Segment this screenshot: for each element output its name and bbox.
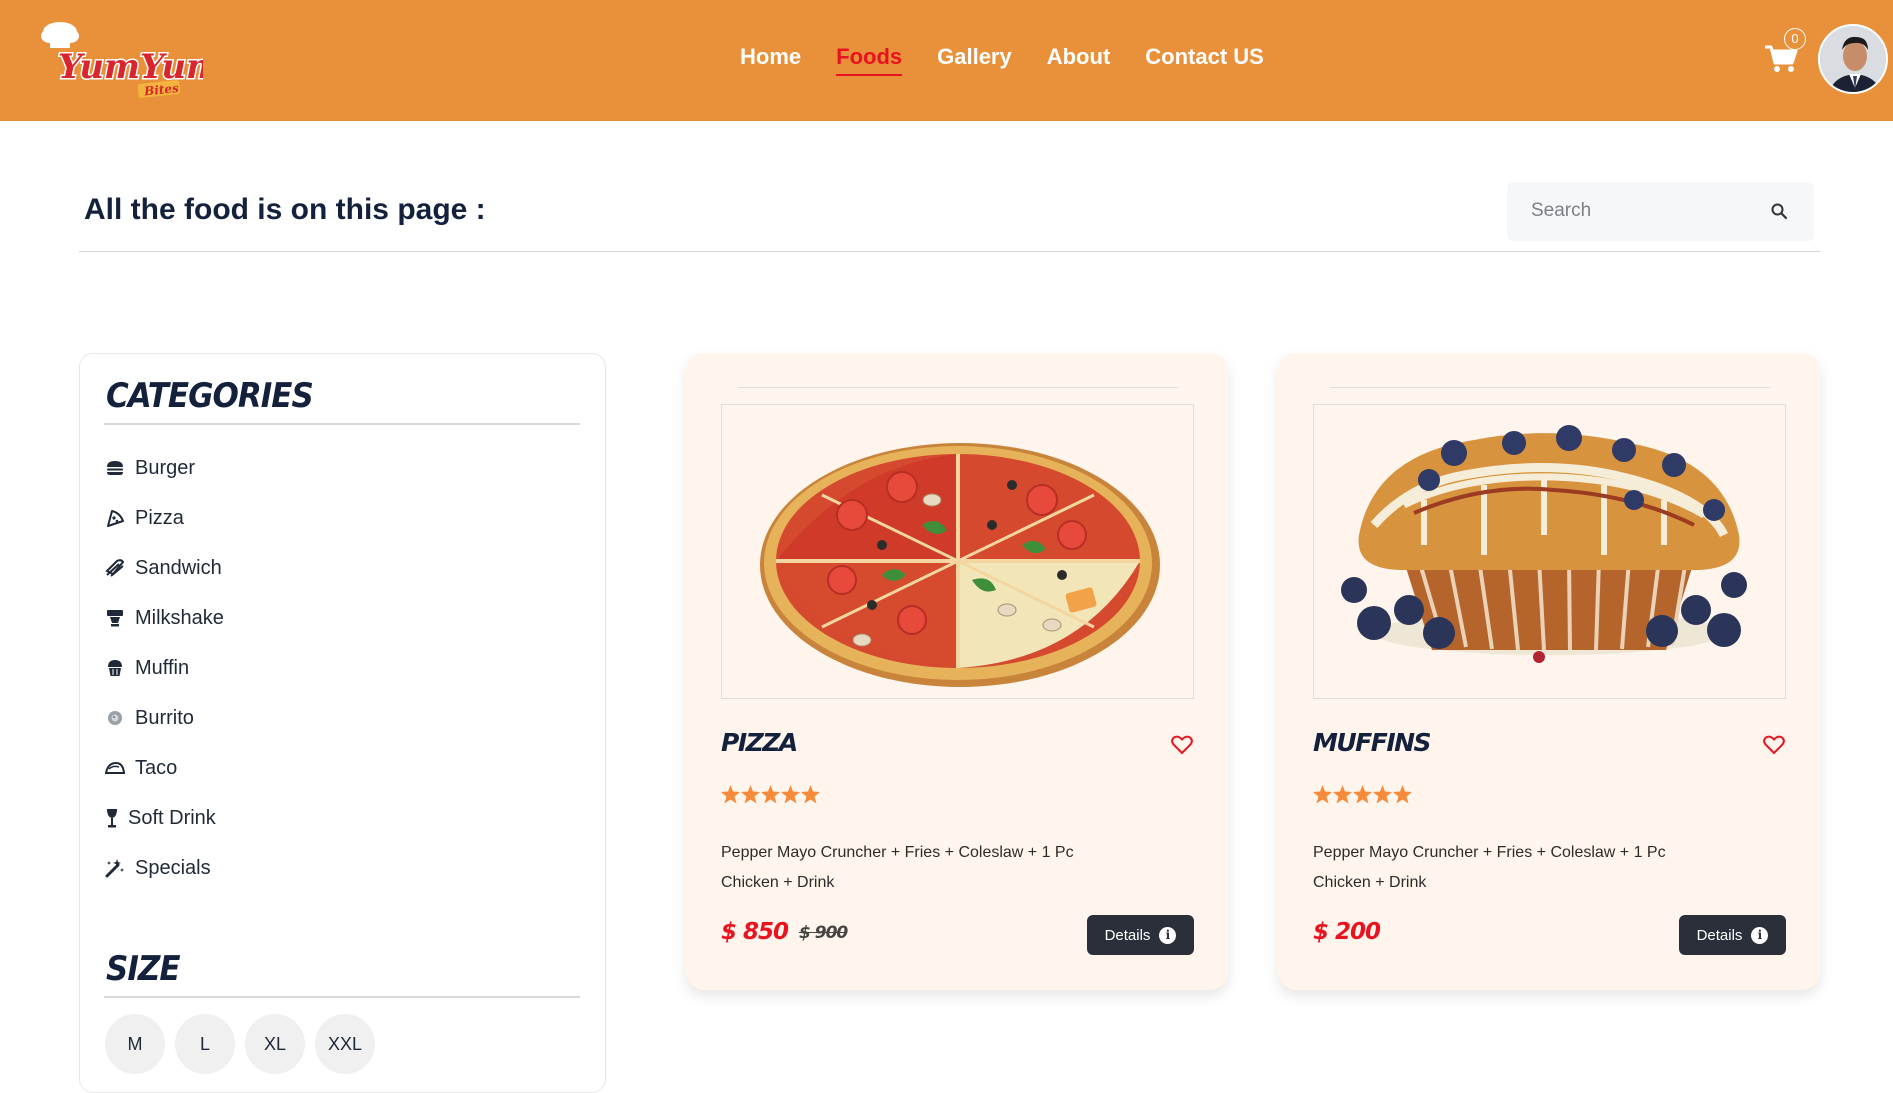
- nav-about[interactable]: About: [1047, 44, 1111, 76]
- rating-stars: [721, 785, 821, 804]
- product-card-muffins: MUFFINS Pepper Mayo Cruncher + Fries + C…: [1278, 353, 1820, 990]
- product-price: $ 200: [1313, 919, 1381, 945]
- details-button[interactable]: Details i: [1087, 915, 1194, 955]
- burrito-icon: [105, 708, 125, 728]
- search-icon[interactable]: [1770, 202, 1788, 220]
- category-label: Burger: [135, 456, 196, 479]
- taco-icon: [105, 758, 125, 778]
- product-description: Pepper Mayo Cruncher + Fries + Coleslaw …: [1313, 844, 1666, 891]
- star-icon: [1373, 785, 1392, 804]
- size-options: M L XL XXL: [105, 1014, 375, 1074]
- nav-gallery[interactable]: Gallery: [937, 44, 1012, 76]
- main-nav: Home Foods Gallery About Contact US: [740, 44, 1264, 76]
- cart-count-badge: 0: [1784, 28, 1806, 50]
- heart-icon[interactable]: [1763, 735, 1785, 755]
- product-name: PIZZA: [721, 728, 798, 757]
- brand-logo[interactable]: YumYum Bites: [38, 18, 203, 103]
- pizza-icon: [105, 508, 125, 528]
- nav-foods[interactable]: Foods: [836, 44, 903, 76]
- categories-heading: CATEGORIES: [106, 376, 314, 416]
- soft-drink-icon: [105, 808, 118, 828]
- star-icon: [801, 785, 820, 804]
- star-icon: [1333, 785, 1352, 804]
- category-label: Milkshake: [135, 606, 224, 629]
- info-icon: i: [1751, 926, 1769, 944]
- rating-stars: [1313, 785, 1413, 804]
- title-divider: [79, 251, 1820, 252]
- info-icon: i: [1159, 926, 1177, 944]
- card-top-line: [1330, 387, 1770, 388]
- magic-wand-icon: [105, 858, 125, 878]
- page-title: All the food is on this page :: [84, 193, 486, 226]
- muffin-image[interactable]: [1314, 405, 1785, 698]
- product-image-frame: [1313, 404, 1786, 699]
- star-icon: [1313, 785, 1332, 804]
- star-icon: [721, 785, 740, 804]
- product-image-frame: [721, 404, 1194, 699]
- star-icon: [1393, 785, 1412, 804]
- svg-text:YumYum: YumYum: [58, 47, 203, 87]
- product-old-price: $ 900: [799, 923, 848, 943]
- header-bar: YumYum Bites Home Foods Gallery About Co…: [0, 0, 1893, 121]
- product-description: Pepper Mayo Cruncher + Fries + Coleslaw …: [721, 844, 1074, 891]
- category-list: Burger Pizza Sandwich Milkshake Muffin B…: [105, 443, 224, 893]
- search-input[interactable]: [1531, 196, 1751, 226]
- category-label: Muffin: [135, 656, 190, 679]
- size-button-l[interactable]: L: [175, 1014, 235, 1074]
- size-heading: SIZE: [106, 949, 181, 989]
- category-label: Specials: [135, 856, 211, 879]
- chef-hat-icon: [41, 22, 79, 48]
- card-top-line: [738, 387, 1178, 388]
- product-card-pizza: PIZZA Pepper Mayo Cruncher + Fries + Col…: [686, 353, 1228, 990]
- category-label: Taco: [135, 756, 178, 779]
- category-soft-drink[interactable]: Soft Drink: [105, 793, 224, 843]
- pizza-image[interactable]: [722, 405, 1193, 698]
- muffin-icon: [105, 658, 125, 678]
- category-specials[interactable]: Specials: [105, 843, 224, 893]
- details-label: Details: [1696, 926, 1743, 944]
- category-pizza[interactable]: Pizza: [105, 493, 224, 543]
- details-label: Details: [1104, 926, 1151, 944]
- star-icon: [741, 785, 760, 804]
- user-avatar[interactable]: [1818, 24, 1888, 94]
- category-sandwich[interactable]: Sandwich: [105, 543, 224, 593]
- product-price: $ 850: [721, 919, 789, 945]
- category-burger[interactable]: Burger: [105, 443, 224, 493]
- category-burrito[interactable]: Burrito: [105, 693, 224, 743]
- category-taco[interactable]: Taco: [105, 743, 224, 793]
- star-icon: [761, 785, 780, 804]
- sandwich-icon: [105, 558, 125, 578]
- size-button-xl[interactable]: XL: [245, 1014, 305, 1074]
- category-milkshake[interactable]: Milkshake: [105, 593, 224, 643]
- size-button-xxl[interactable]: XXL: [315, 1014, 375, 1074]
- nav-contact[interactable]: Contact US: [1145, 44, 1264, 76]
- search-box: [1507, 182, 1814, 241]
- star-icon: [1353, 785, 1372, 804]
- product-name: MUFFINS: [1313, 728, 1432, 757]
- categories-rule: [104, 423, 580, 425]
- category-label: Pizza: [135, 506, 184, 529]
- svg-text:Bites: Bites: [142, 81, 179, 99]
- category-label: Soft Drink: [128, 806, 216, 829]
- burger-icon: [105, 458, 125, 478]
- details-button[interactable]: Details i: [1679, 915, 1786, 955]
- category-label: Burrito: [135, 706, 194, 729]
- category-label: Sandwich: [135, 556, 222, 579]
- category-muffin[interactable]: Muffin: [105, 643, 224, 693]
- size-rule: [104, 996, 580, 998]
- nav-home[interactable]: Home: [740, 44, 801, 76]
- heart-icon[interactable]: [1171, 735, 1193, 755]
- size-button-m[interactable]: M: [105, 1014, 165, 1074]
- star-icon: [781, 785, 800, 804]
- milkshake-icon: [105, 608, 125, 628]
